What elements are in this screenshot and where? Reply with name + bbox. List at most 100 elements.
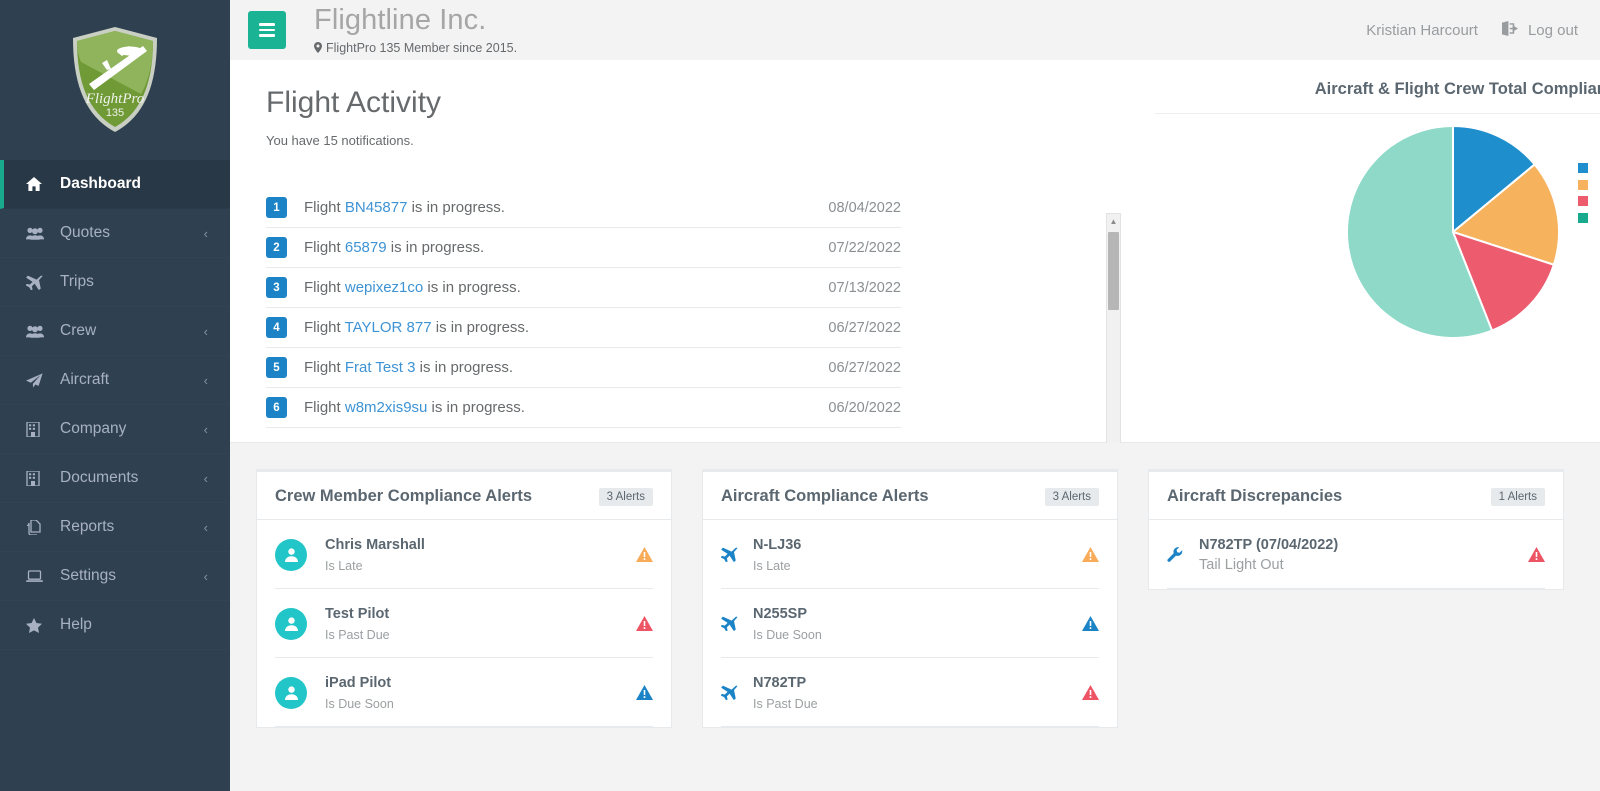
sidebar-item-help[interactable]: Help — [0, 601, 230, 650]
wrench-icon — [1167, 547, 1189, 562]
home-icon — [26, 177, 48, 191]
sidebar: FlightPro 135 Dashboard Quotes ‹ Trips C… — [0, 0, 230, 791]
flight-activity-row[interactable]: 4 Flight TAYLOR 877 is in progress. 06/2… — [266, 308, 901, 348]
warning-triangle-red-icon[interactable] — [1527, 547, 1545, 562]
chevron-left-icon: ‹ — [203, 225, 208, 241]
sidebar-item-documents[interactable]: Documents ‹ — [0, 454, 230, 503]
user-name: Kristian Harcourt — [1366, 21, 1478, 39]
warning-triangle-red-icon[interactable] — [1081, 685, 1099, 700]
alert-text: Test Pilot Is Past Due — [325, 605, 635, 642]
avatar — [275, 538, 307, 571]
alert-list-item[interactable]: iPad Pilot Is Due Soon — [275, 658, 653, 727]
row-prefix: Flight — [304, 359, 345, 376]
alert-list-item[interactable]: N-LJ36 Is Late — [721, 520, 1099, 589]
sidebar-item-label: Reports — [60, 518, 115, 535]
alert-name: N255SP — [753, 606, 808, 623]
svg-text:135: 135 — [106, 107, 124, 119]
scroll-up-arrow-icon[interactable]: ▲ — [1107, 214, 1120, 228]
row-prefix: Flight — [304, 199, 345, 216]
legend-item[interactable]: Late — [1577, 177, 1600, 194]
flight-link[interactable]: Frat Test 3 — [345, 359, 416, 376]
flight-activity-row[interactable]: 6 Flight w8m2xis9su is in progress. 06/2… — [266, 388, 901, 428]
logo[interactable]: FlightPro 135 — [0, 0, 230, 160]
sidebar-item-dashboard[interactable]: Dashboard — [0, 160, 230, 209]
users-icon — [26, 227, 48, 240]
alert-list-item[interactable]: N255SP Is Due Soon — [721, 589, 1099, 658]
alert-list-item[interactable]: Chris Marshall Is Late — [275, 520, 653, 589]
alert-list-item[interactable]: N782TP Is Past Due — [721, 658, 1099, 727]
aircraft-discrepancies-card: Aircraft Discrepancies 1 Alerts N782TP (… — [1148, 469, 1564, 590]
flight-link[interactable]: BN45877 — [345, 199, 408, 216]
plane-icon — [721, 616, 743, 631]
legend-label: Free & Clear — [1596, 210, 1600, 225]
scrollbar-thumb[interactable] — [1108, 232, 1119, 310]
legend-swatch — [1577, 162, 1589, 175]
warning-triangle-blue-icon[interactable] — [1081, 616, 1099, 631]
row-date: 06/20/2022 — [828, 399, 901, 416]
flight-activity-scrollbar[interactable]: ▲ ▼ — [1106, 213, 1121, 455]
sidebar-item-reports[interactable]: Reports ‹ — [0, 503, 230, 552]
row-prefix: Flight — [304, 319, 345, 336]
sidebar-item-crew[interactable]: Crew ‹ — [0, 307, 230, 356]
row-index-badge: 1 — [266, 197, 287, 218]
row-suffix: is in progress. — [407, 199, 505, 216]
legend-item[interactable]: Free & Clear — [1577, 210, 1600, 227]
sidebar-item-company[interactable]: Company ‹ — [0, 405, 230, 454]
row-text: Flight BN45877 is in progress. — [304, 199, 828, 216]
flight-link[interactable]: 65879 — [345, 239, 387, 256]
scrollbar-track[interactable] — [1107, 228, 1120, 440]
files-icon — [26, 519, 48, 535]
svg-text:FlightPro: FlightPro — [85, 91, 145, 107]
alert-status: Is Late — [753, 558, 791, 573]
warning-triangle-red-icon[interactable] — [635, 616, 653, 631]
chart-body: Due Soon Late Past Due Free & Clear — [1155, 114, 1600, 364]
alert-cards-row: Crew Member Compliance Alerts 3 Alerts C… — [230, 443, 1600, 791]
sidebar-item-aircraft[interactable]: Aircraft ‹ — [0, 356, 230, 405]
flight-activity-row[interactable]: 5 Flight Frat Test 3 is in progress. 06/… — [266, 348, 901, 388]
sidebar-item-label: Settings — [60, 567, 117, 584]
app-root: FlightPro 135 Dashboard Quotes ‹ Trips C… — [0, 0, 1600, 791]
hamburger-icon — [259, 20, 275, 40]
hamburger-menu-button[interactable] — [248, 11, 286, 49]
alert-name: N-LJ36 — [753, 537, 802, 554]
row-text: Flight Frat Test 3 is in progress. — [304, 359, 828, 376]
chart-title: Aircraft & Flight Crew Total Compliance — [1155, 80, 1600, 114]
logout-label: Log out — [1527, 21, 1578, 39]
alert-status: Is Past Due — [753, 696, 818, 711]
flight-activity-row[interactable]: 1 Flight BN45877 is in progress. 08/04/2… — [266, 188, 901, 228]
legend-item[interactable]: Past Due — [1577, 193, 1600, 210]
flight-link[interactable]: w8m2xis9su — [345, 399, 428, 416]
row-date: 07/13/2022 — [828, 279, 901, 296]
alert-list-item[interactable]: N782TP (07/04/2022) Tail Light Out — [1167, 520, 1545, 589]
alert-text: N782TP Is Past Due — [753, 674, 1081, 711]
row-index-badge: 6 — [266, 397, 287, 418]
alert-text: N782TP (07/04/2022) Tail Light Out — [1199, 536, 1527, 574]
chevron-left-icon: ‹ — [203, 519, 208, 535]
status-badge: 1 Alerts — [1490, 487, 1545, 506]
flight-activity-header: Flight Activity You have 15 notification… — [266, 88, 886, 149]
logout-button[interactable]: Log out — [1501, 20, 1578, 40]
card-body: N782TP (07/04/2022) Tail Light Out — [1149, 520, 1563, 589]
row-suffix: is in progress. — [431, 319, 530, 336]
flight-activity-row[interactable]: 2 Flight 65879 is in progress. 07/22/202… — [266, 228, 901, 268]
alert-name: N782TP — [753, 675, 807, 692]
flight-link[interactable]: TAYLOR 877 — [345, 319, 432, 336]
sidebar-item-label: Trips — [60, 273, 94, 290]
warning-triangle-orange-icon[interactable] — [1081, 547, 1099, 562]
notification-count: You have 15 notifications. — [266, 133, 414, 148]
card-title: Crew Member Compliance Alerts — [275, 487, 533, 505]
warning-triangle-blue-icon[interactable] — [635, 685, 653, 700]
warning-triangle-orange-icon[interactable] — [635, 547, 653, 562]
flight-link[interactable]: wepixez1co — [345, 279, 423, 296]
flight-activity-row[interactable]: 3 Flight wepixez1co is in progress. 07/1… — [266, 268, 901, 308]
sidebar-item-quotes[interactable]: Quotes ‹ — [0, 209, 230, 258]
sidebar-item-settings[interactable]: Settings ‹ — [0, 552, 230, 601]
legend-label: Due Soon — [1596, 161, 1600, 176]
alert-text: N-LJ36 Is Late — [753, 536, 1081, 573]
pie-chart-svg[interactable] — [1345, 124, 1561, 340]
sidebar-item-trips[interactable]: Trips — [0, 258, 230, 307]
alert-list-item[interactable]: Test Pilot Is Past Due — [275, 589, 653, 658]
alert-name: N782TP (07/04/2022) — [1199, 536, 1339, 553]
legend-item[interactable]: Due Soon — [1577, 160, 1600, 177]
page-title: Flightline Inc. — [314, 3, 487, 36]
